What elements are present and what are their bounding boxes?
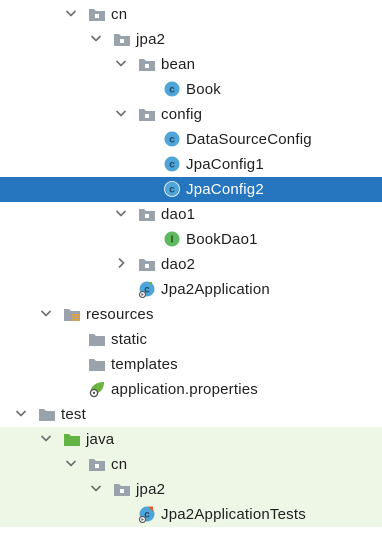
folder-icon: [88, 355, 106, 373]
spring-boot-test-class-icon: c: [138, 505, 156, 523]
class-icon: c: [163, 130, 181, 148]
tree-row[interactable]: c Jpa2ApplicationTests: [0, 502, 382, 527]
package-folder-icon: [138, 105, 156, 123]
folder-icon: [88, 330, 106, 348]
tree-row-label: cn: [111, 6, 128, 23]
tree-row[interactable]: resources: [0, 302, 382, 327]
class-icon: c: [163, 155, 181, 173]
chevron-down-icon[interactable]: [114, 106, 128, 120]
tree-row[interactable]: bean: [0, 52, 382, 77]
tree-row[interactable]: dao2: [0, 252, 382, 277]
tree-row-label: java: [86, 431, 115, 448]
tree-row[interactable]: I BookDao1: [0, 227, 382, 252]
test-sources-folder-icon: [63, 430, 81, 448]
svg-text:c: c: [169, 160, 175, 171]
tree-row[interactable]: cn: [0, 452, 382, 477]
tree-row-label: jpa2: [136, 31, 166, 48]
package-folder-icon: [88, 455, 106, 473]
package-folder-icon: [138, 55, 156, 73]
spring-boot-class-icon: c: [138, 280, 156, 298]
package-folder-icon: [113, 480, 131, 498]
tree-row-label: JpaConfig2: [186, 181, 264, 198]
tree-row[interactable]: c DataSourceConfig: [0, 127, 382, 152]
interface-icon: I: [163, 230, 181, 248]
chevron-down-icon[interactable]: [114, 206, 128, 220]
chevron-down-icon[interactable]: [14, 406, 28, 420]
chevron-right-icon[interactable]: [114, 256, 128, 270]
tree-row[interactable]: cn: [0, 2, 382, 27]
tree-row-label: bean: [161, 56, 196, 73]
package-folder-icon: [88, 5, 106, 23]
folder-icon: [38, 405, 56, 423]
tree-row[interactable]: c JpaConfig2: [0, 177, 382, 202]
svg-text:c: c: [169, 135, 175, 146]
tree-row[interactable]: java: [0, 427, 382, 452]
tree-row-label: config: [161, 106, 203, 123]
tree-row-label: static: [111, 331, 148, 348]
chevron-down-icon[interactable]: [114, 56, 128, 70]
chevron-down-icon[interactable]: [39, 431, 53, 445]
package-folder-icon: [138, 255, 156, 273]
svg-text:c: c: [169, 85, 175, 96]
tree-row-label: jpa2: [136, 481, 166, 498]
svg-text:I: I: [171, 235, 174, 246]
tree-row-label: templates: [111, 356, 178, 373]
class-icon: c: [163, 180, 181, 198]
tree-row-label: Book: [186, 81, 221, 98]
tree-row[interactable]: static: [0, 327, 382, 352]
class-icon: c: [163, 80, 181, 98]
tree-row[interactable]: test: [0, 402, 382, 427]
package-folder-icon: [113, 30, 131, 48]
chevron-down-icon[interactable]: [89, 481, 103, 495]
tree-row[interactable]: templates: [0, 352, 382, 377]
tree-row-label: resources: [86, 306, 154, 323]
resources-folder-icon: [63, 305, 81, 323]
tree-row[interactable]: c JpaConfig1: [0, 152, 382, 177]
tree-row-label: application.properties: [111, 381, 258, 398]
chevron-down-icon[interactable]: [64, 6, 78, 20]
tree-row-label: Jpa2ApplicationTests: [161, 506, 306, 523]
tree-row-label: cn: [111, 456, 128, 473]
tree-row[interactable]: application.properties: [0, 377, 382, 402]
tree-row-label: dao2: [161, 256, 196, 273]
tree-row-label: BookDao1: [186, 231, 258, 248]
tree-row[interactable]: jpa2: [0, 27, 382, 52]
tree-row-label: test: [61, 406, 86, 423]
tree-row[interactable]: config: [0, 102, 382, 127]
project-tree: cn jpa2 bean c Book config c DataSourceC…: [0, 0, 382, 533]
chevron-down-icon[interactable]: [64, 456, 78, 470]
chevron-down-icon[interactable]: [39, 306, 53, 320]
tree-row-label: dao1: [161, 206, 196, 223]
package-folder-icon: [138, 205, 156, 223]
tree-row[interactable]: jpa2: [0, 477, 382, 502]
tree-row[interactable]: dao1: [0, 202, 382, 227]
tree-row-label: DataSourceConfig: [186, 131, 312, 148]
spring-properties-icon: [88, 380, 106, 398]
tree-row-label: JpaConfig1: [186, 156, 264, 173]
tree-row-label: Jpa2Application: [161, 281, 270, 298]
chevron-down-icon[interactable]: [89, 31, 103, 45]
tree-row[interactable]: c Jpa2Application: [0, 277, 382, 302]
svg-text:c: c: [169, 185, 175, 196]
tree-row[interactable]: c Book: [0, 77, 382, 102]
